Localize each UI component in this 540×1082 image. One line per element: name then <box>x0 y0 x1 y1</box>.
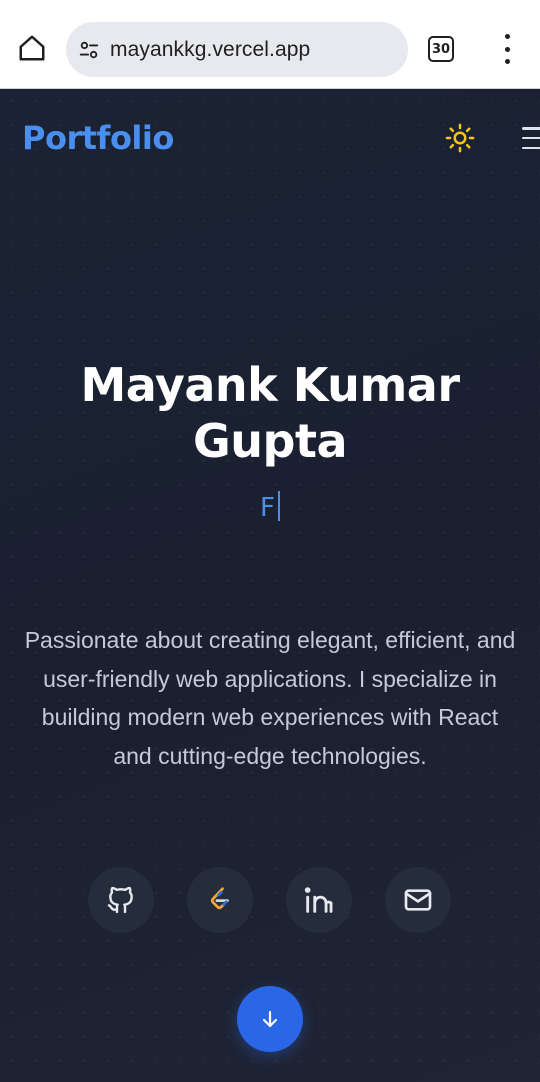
email-link[interactable] <box>385 867 451 933</box>
github-link[interactable] <box>88 867 154 933</box>
leetcode-link[interactable] <box>187 867 253 933</box>
menu-dot <box>504 34 510 39</box>
typing-text: F <box>0 491 540 523</box>
brand-logo[interactable]: Portfolio <box>22 119 174 157</box>
page-content: Portfolio Mayank Kumar Gupta F Passionat… <box>0 89 540 1082</box>
mail-icon <box>404 889 432 911</box>
sun-icon[interactable] <box>445 123 475 153</box>
url-text: mayankkg.vercel.app <box>110 38 311 61</box>
scroll-down-button[interactable] <box>237 986 303 1052</box>
hero-bio: Passionate about creating elegant, effic… <box>24 627 516 769</box>
menu-dot <box>504 59 510 64</box>
menu-dot <box>504 46 510 52</box>
hero-name: Mayank Kumar Gupta <box>80 358 460 468</box>
social-links <box>0 867 540 933</box>
hamburger-line <box>522 146 540 149</box>
status-bar <box>0 0 540 8</box>
linkedin-link[interactable] <box>286 867 352 933</box>
browser-menu-button[interactable] <box>497 34 517 64</box>
home-icon <box>19 35 45 61</box>
linkedin-icon <box>304 887 333 913</box>
site-settings-icon[interactable] <box>78 39 100 61</box>
background-pattern <box>0 89 540 1082</box>
typing-cursor <box>277 491 280 521</box>
tab-switcher-button[interactable]: 30 <box>428 36 454 62</box>
hamburger-line <box>522 127 540 130</box>
arrow-down-icon <box>262 1010 278 1028</box>
typing-text-value: F <box>260 493 275 523</box>
address-bar[interactable]: mayankkg.vercel.app <box>66 22 408 77</box>
github-icon <box>107 886 133 914</box>
home-button[interactable] <box>14 30 50 66</box>
leetcode-icon <box>210 887 229 910</box>
hamburger-menu-icon[interactable] <box>522 127 540 149</box>
browser-toolbar: mayankkg.vercel.app 30 <box>0 8 540 89</box>
hamburger-line <box>522 136 540 140</box>
